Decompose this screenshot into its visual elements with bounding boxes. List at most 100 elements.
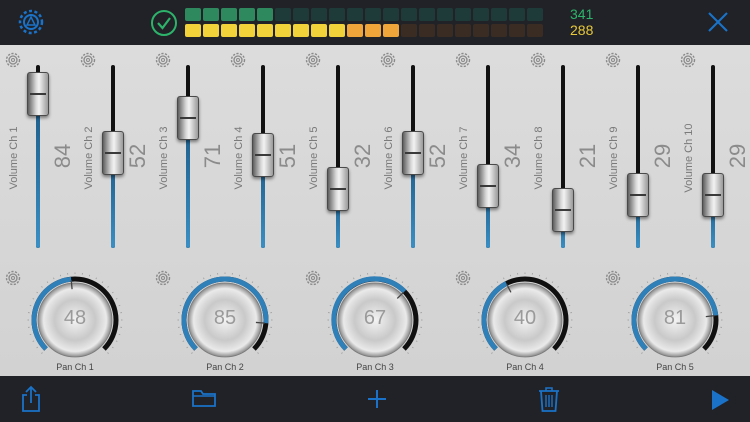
- fader-value: 51: [275, 143, 300, 169]
- meter-top-segment: [293, 8, 309, 21]
- meter-top-segment: [491, 8, 507, 21]
- pan-label: Pan Ch 5: [656, 362, 694, 372]
- meter-bottom-segment: [383, 24, 399, 37]
- fader-value: 29: [650, 143, 675, 169]
- meter-bottom-value: 288: [570, 22, 594, 38]
- pan-knob[interactable]: 48: [25, 270, 125, 370]
- meter-bottom-segment: [257, 24, 273, 37]
- pan-knob[interactable]: 67: [325, 270, 425, 370]
- meter-top-segment: [455, 8, 471, 21]
- check-circle-icon: [151, 10, 177, 36]
- fader-thumb[interactable]: [702, 172, 724, 217]
- meter-top-segment: [509, 8, 525, 21]
- fader-thumb[interactable]: [252, 132, 274, 177]
- pan-label: Pan Ch 3: [356, 362, 394, 372]
- meter-top-segment: [419, 8, 435, 21]
- bottom-toolbar: [0, 376, 750, 422]
- folder-icon[interactable]: [192, 388, 216, 408]
- meter-bottom-segment: [311, 24, 327, 37]
- meter-bottom-segment: [329, 24, 345, 37]
- pan-knob[interactable]: 81: [625, 270, 725, 370]
- fader-track[interactable]: [711, 65, 715, 248]
- trash-icon[interactable]: [538, 386, 560, 412]
- meter-bottom-segment: [365, 24, 381, 37]
- meter-bottom-segment: [509, 24, 525, 37]
- meter-bottom-segment: [527, 24, 543, 37]
- fader-label: Volume Ch 5: [308, 126, 320, 190]
- level-meter: [185, 8, 545, 38]
- fader-thumb[interactable]: [477, 163, 499, 208]
- fader-label: Volume Ch 6: [383, 126, 395, 190]
- gear-icon[interactable]: [528, 50, 548, 70]
- fader-thumb[interactable]: [102, 130, 124, 175]
- meter-bottom-segment: [347, 24, 363, 37]
- gear-icon[interactable]: [153, 268, 173, 288]
- meter-top-segment: [401, 8, 417, 21]
- meter-bottom-segment: [473, 24, 489, 37]
- gear-icon[interactable]: [78, 50, 98, 70]
- gear-icon[interactable]: [678, 50, 698, 70]
- fader-label: Volume Ch 7: [458, 126, 470, 190]
- pan-value: 48: [63, 307, 87, 329]
- fader-label: Volume Ch 8: [533, 126, 545, 190]
- settings-wheel-icon[interactable]: [17, 8, 45, 36]
- pan-label: Pan Ch 4: [506, 362, 544, 372]
- fader-label: Volume Ch 1: [8, 126, 20, 190]
- fader-track[interactable]: [186, 65, 190, 248]
- share-icon[interactable]: [20, 385, 42, 413]
- fader-value: 52: [425, 143, 450, 169]
- fader-label: Volume Ch 2: [83, 126, 95, 190]
- pan-knob[interactable]: 40: [475, 270, 575, 370]
- gear-icon[interactable]: [153, 50, 173, 70]
- pan-label: Pan Ch 2: [206, 362, 244, 372]
- pan-value: 81: [663, 307, 687, 329]
- fader-thumb[interactable]: [402, 130, 424, 175]
- meter-top-segment: [203, 8, 219, 21]
- gear-icon[interactable]: [453, 50, 473, 70]
- gear-icon[interactable]: [603, 50, 623, 70]
- close-icon[interactable]: [707, 11, 729, 33]
- fader-thumb[interactable]: [552, 187, 574, 232]
- gear-icon[interactable]: [303, 268, 323, 288]
- pan-label: Pan Ch 1: [56, 362, 94, 372]
- gear-icon[interactable]: [453, 268, 473, 288]
- fader-label: Volume Ch 10: [683, 123, 695, 193]
- meter-top-segment: [527, 8, 543, 21]
- meter-bottom-segment: [239, 24, 255, 37]
- meter-bottom-segment: [491, 24, 507, 37]
- gear-icon[interactable]: [378, 50, 398, 70]
- meter-top-segment: [185, 8, 201, 21]
- fader-value: 52: [125, 143, 150, 169]
- play-icon[interactable]: [710, 389, 730, 411]
- fader-label: Volume Ch 9: [608, 126, 620, 190]
- meter-bottom-segment: [203, 24, 219, 37]
- meter-top-segment: [257, 8, 273, 21]
- fader-track[interactable]: [636, 65, 640, 248]
- fader-value: 34: [500, 143, 525, 169]
- meter-top-segment: [239, 8, 255, 21]
- fader-thumb[interactable]: [627, 172, 649, 217]
- fader-thumb[interactable]: [27, 72, 49, 117]
- pan-value: 85: [213, 307, 237, 329]
- fader-thumb[interactable]: [177, 96, 199, 141]
- meter-bottom-segment: [419, 24, 435, 37]
- gear-icon[interactable]: [603, 268, 623, 288]
- gear-icon[interactable]: [3, 268, 23, 288]
- meter-bottom-segment: [221, 24, 237, 37]
- fader-track[interactable]: [336, 65, 340, 248]
- gear-icon[interactable]: [228, 50, 248, 70]
- fader-value: 32: [350, 143, 375, 169]
- fader-track[interactable]: [486, 65, 490, 248]
- fader-value: 71: [200, 143, 225, 169]
- meter-top-segment: [437, 8, 453, 21]
- add-icon[interactable]: [366, 388, 388, 410]
- gear-icon[interactable]: [3, 50, 23, 70]
- meter-top-segment: [347, 8, 363, 21]
- pan-value: 67: [363, 307, 387, 329]
- fader-label: Volume Ch 4: [233, 126, 245, 190]
- fader-value: 29: [725, 143, 750, 169]
- pan-knob[interactable]: 85: [175, 270, 275, 370]
- fader-thumb[interactable]: [327, 167, 349, 212]
- meter-bottom-segment: [401, 24, 417, 37]
- gear-icon[interactable]: [303, 50, 323, 70]
